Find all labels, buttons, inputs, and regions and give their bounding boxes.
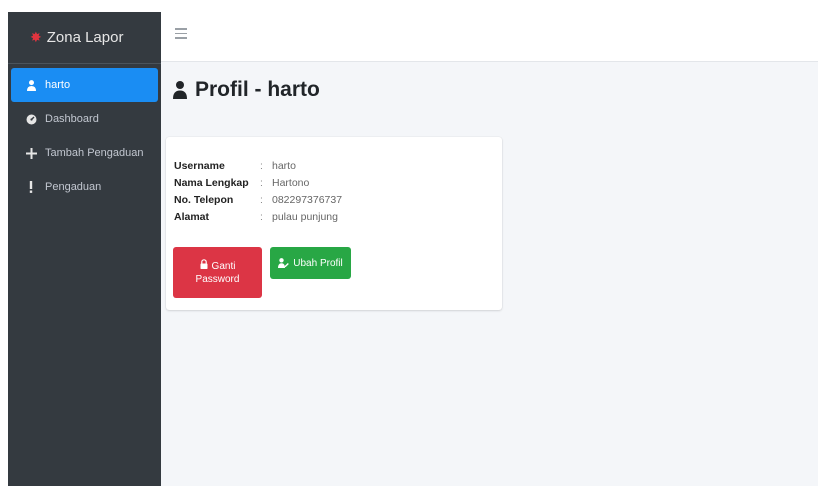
- sidebar-item-dashboard[interactable]: Dashboard: [11, 102, 158, 136]
- sidebar-nav: harto Dashboard Tambah Pengaduan Pengadu…: [8, 64, 161, 208]
- user-icon: [173, 81, 187, 99]
- edit-profile-button[interactable]: Ubah Profil: [270, 247, 351, 279]
- edit-profile-label: Ubah Profil: [293, 257, 343, 269]
- field-separator: :: [260, 210, 263, 223]
- field-separator: :: [260, 193, 263, 206]
- change-password-label-line2: Password: [195, 274, 240, 285]
- sidebar-item-label: Dashboard: [45, 113, 99, 125]
- profile-card: Username : harto Nama Lengkap : Hartono …: [166, 137, 502, 310]
- sidebar-item-profile[interactable]: harto: [11, 68, 158, 102]
- user-icon: [23, 79, 39, 91]
- field-value: harto: [272, 159, 296, 172]
- sidebar: ✸ Zona Lapor harto Dashboard Tambah Peng…: [8, 12, 161, 486]
- profile-row-username: Username : harto: [174, 157, 342, 174]
- hamburger-icon[interactable]: [175, 28, 187, 40]
- lock-icon: [200, 259, 208, 269]
- field-separator: :: [260, 176, 263, 189]
- page-title: Profil - harto: [173, 78, 320, 102]
- field-label: Nama Lengkap: [174, 176, 249, 189]
- field-value: 082297376737: [272, 193, 343, 206]
- field-value: pulau punjung: [272, 210, 338, 223]
- field-separator: :: [260, 159, 263, 172]
- profile-row-address: Alamat : pulau punjung: [174, 208, 342, 225]
- change-password-label-line1: Ganti: [211, 261, 236, 272]
- sidebar-item-label: Pengaduan: [45, 181, 102, 193]
- profile-row-fullname: Nama Lengkap : Hartono: [174, 174, 342, 191]
- sidebar-item-complaints[interactable]: Pengaduan: [11, 170, 158, 204]
- field-label: Username: [174, 159, 225, 172]
- brand-logo-icon: ✸: [30, 29, 42, 45]
- field-value: Hartono: [272, 176, 310, 189]
- user-edit-icon: [278, 258, 290, 268]
- field-label: No. Telepon: [174, 193, 234, 206]
- sidebar-item-label: harto: [45, 79, 71, 91]
- exclamation-icon: [23, 181, 39, 193]
- brand-link[interactable]: ✸ Zona Lapor: [8, 12, 161, 64]
- content-wrapper: Profil - harto Username : harto Nama Len…: [161, 62, 818, 486]
- profile-info: Username : harto Nama Lengkap : Hartono …: [174, 157, 342, 225]
- brand-name: Zona Lapor: [46, 29, 124, 46]
- sidebar-item-label: Tambah Pengaduan: [45, 147, 144, 159]
- plus-icon: [23, 147, 39, 159]
- field-label: Alamat: [174, 210, 210, 223]
- dashboard-icon: [23, 114, 39, 125]
- sidebar-item-add-complaint[interactable]: Tambah Pengaduan: [11, 136, 158, 170]
- window-top-edge: [0, 0, 818, 12]
- profile-row-phone: No. Telepon : 082297376737: [174, 191, 342, 208]
- top-navbar: [161, 12, 818, 62]
- page-title-text: Profil - harto: [195, 78, 320, 101]
- change-password-button[interactable]: Ganti Password: [173, 247, 262, 298]
